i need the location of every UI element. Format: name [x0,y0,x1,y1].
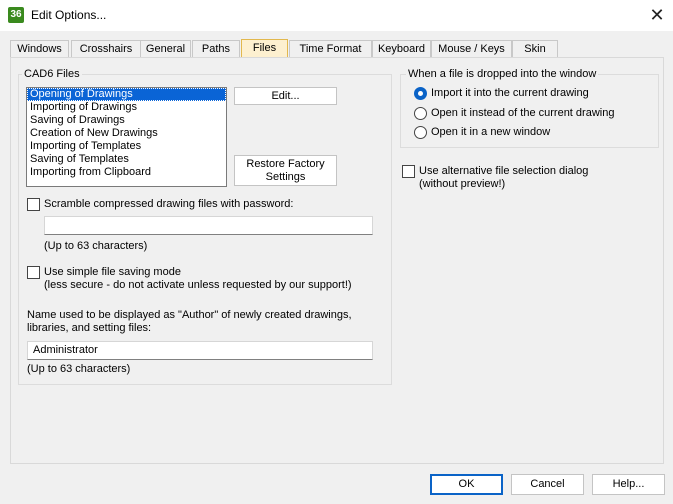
tab-files[interactable]: Files [241,39,288,58]
cad6-app-icon: 36 [8,7,24,23]
alt-file-dialog-label: Use alternative file selection dialog [419,165,589,177]
help-button[interactable]: Help... [592,474,665,495]
list-item[interactable]: Opening of Drawings [27,88,226,101]
restore-factory-settings-button[interactable]: Restore Factory Settings [234,155,337,186]
window-title: Edit Options... [31,8,107,22]
cancel-button[interactable]: Cancel [511,474,584,495]
simple-saving-checkbox[interactable] [27,266,40,279]
edit-button[interactable]: Edit... [234,87,337,105]
open-instead-label: Open it instead of the current drawing [431,107,615,119]
scramble-checkbox[interactable] [27,198,40,211]
open-instead-radio[interactable] [414,107,427,120]
password-input[interactable] [44,216,373,235]
open-new-window-label: Open it in a new window [431,126,551,138]
author-label-line1: Name used to be displayed as "Author" of… [27,309,352,321]
list-item[interactable]: Saving of Templates [27,153,226,166]
restore-button-line1: Restore Factory [246,158,325,170]
scramble-label: Scramble compressed drawing files with p… [44,198,294,210]
title-bar: 36 Edit Options... ✕ [0,0,673,31]
author-label-line2: libraries, and setting files: [27,322,152,334]
alt-file-dialog-note: (without preview!) [419,178,506,190]
restore-button-line2: Settings [265,171,306,183]
import-into-current-label: Import it into the current drawing [431,87,589,99]
author-hint: (Up to 63 characters) [27,363,131,375]
cad6-files-legend: CAD6 Files [22,68,82,80]
list-item[interactable]: Creation of New Drawings [27,127,226,140]
tab-keyboard[interactable]: Keyboard [372,40,431,58]
author-name-input[interactable]: Administrator [27,341,373,360]
import-into-current-radio[interactable] [414,87,427,100]
tab-time-format[interactable]: Time Format [289,40,372,58]
file-drop-legend: When a file is dropped into the window [406,68,599,80]
tab-crosshairs[interactable]: Crosshairs [71,40,141,58]
tab-general[interactable]: General [140,40,191,58]
tab-mouse-keys[interactable]: Mouse / Keys [431,40,512,58]
simple-saving-label: Use simple file saving mode [44,266,181,278]
alt-file-dialog-checkbox[interactable] [402,165,415,178]
ok-button[interactable]: OK [430,474,503,495]
tab-paths[interactable]: Paths [192,40,240,58]
tab-windows[interactable]: Windows [10,40,69,58]
tab-skin[interactable]: Skin [512,40,558,58]
list-item[interactable]: Importing from Clipboard [27,166,226,179]
list-item[interactable]: Importing of Templates [27,140,226,153]
list-item[interactable]: Saving of Drawings [27,114,226,127]
simple-saving-warning: (less secure - do not activate unless re… [44,279,352,291]
list-item[interactable]: Importing of Drawings [27,101,226,114]
close-icon[interactable]: ✕ [645,3,669,27]
password-hint: (Up to 63 characters) [44,240,148,252]
open-new-window-radio[interactable] [414,126,427,139]
file-operation-list[interactable]: Opening of Drawings Importing of Drawing… [26,87,227,187]
